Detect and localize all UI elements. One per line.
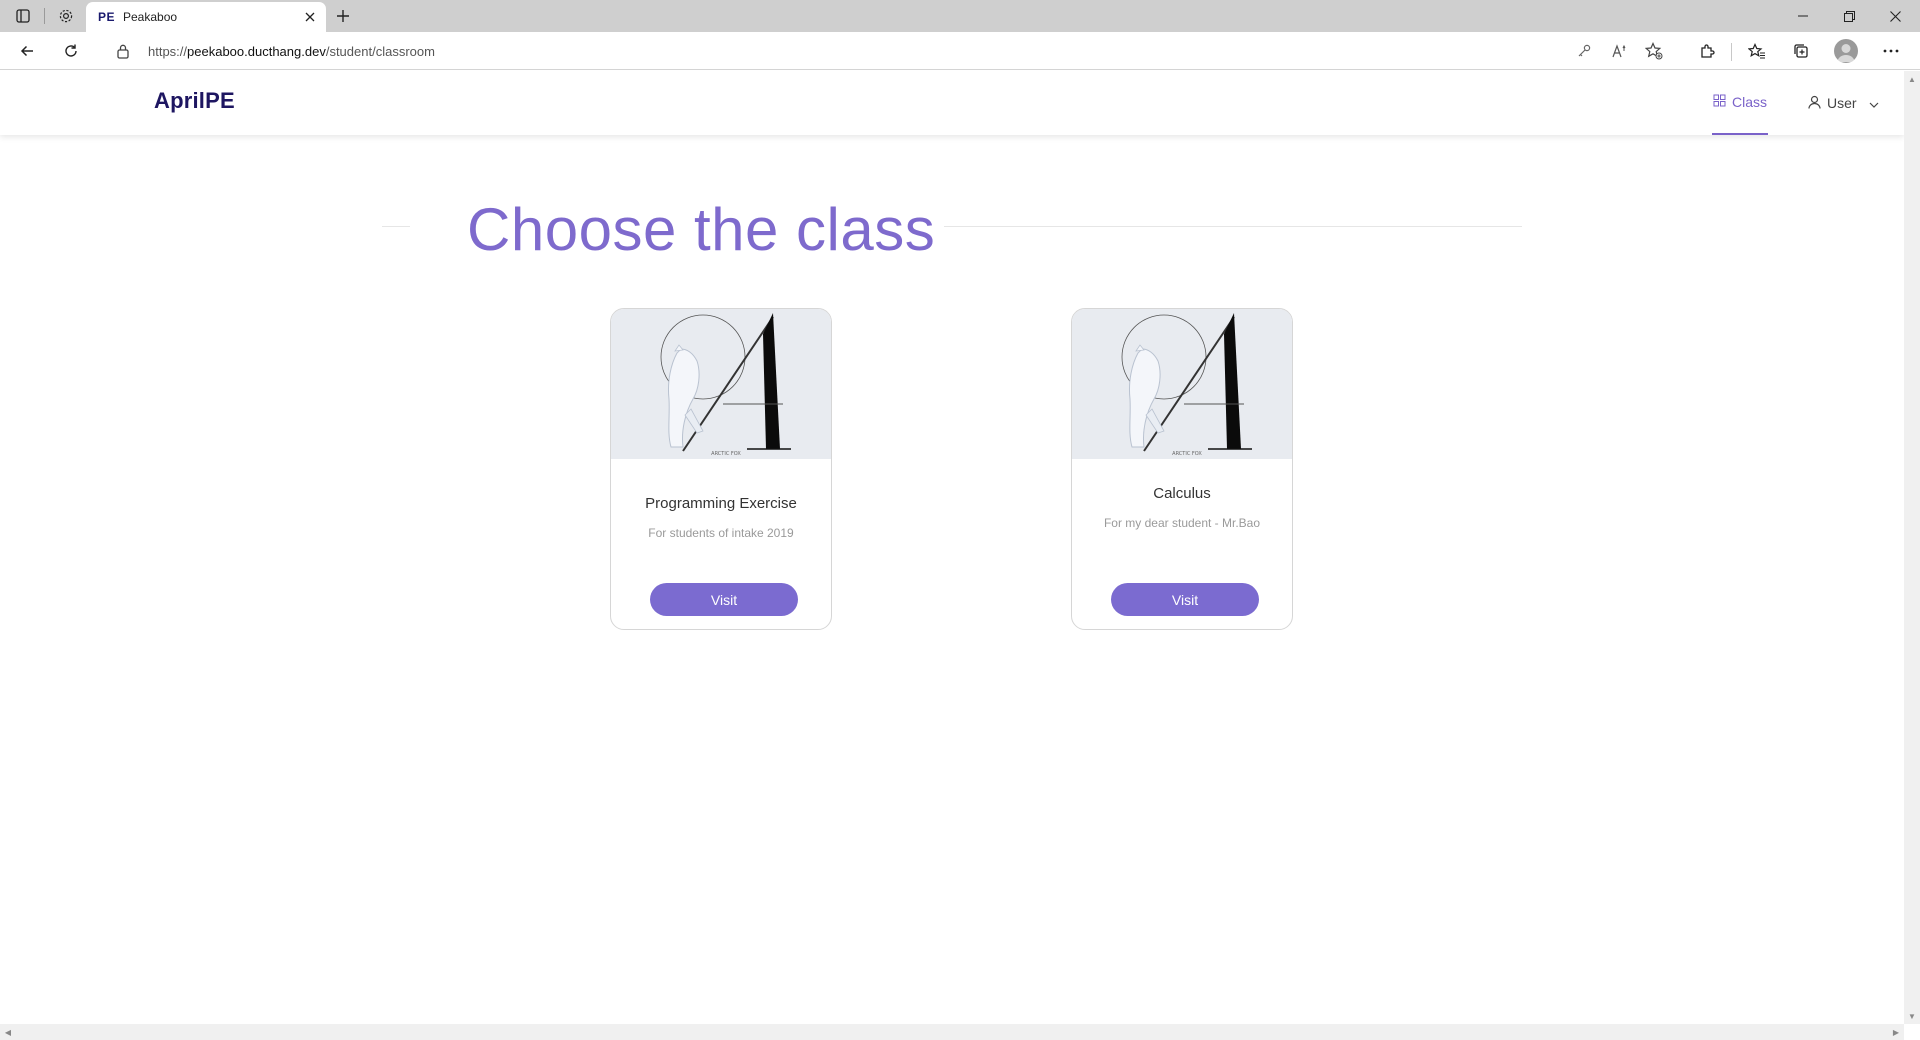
- close-tab-icon[interactable]: [302, 9, 318, 25]
- heading-line-right: [944, 226, 1522, 227]
- key-icon[interactable]: [1574, 41, 1594, 61]
- nav-item-class-label: Class: [1732, 94, 1768, 110]
- close-window-icon[interactable]: [1872, 0, 1918, 32]
- grid-icon: [1713, 94, 1726, 110]
- url-scheme: https://: [148, 44, 188, 59]
- scroll-down-arrow-icon[interactable]: ▼: [1904, 1008, 1920, 1024]
- page-title: Choose the class: [467, 196, 936, 263]
- class-card-description: For students of intake 2019: [648, 526, 794, 540]
- url-text[interactable]: https://peekaboo.ducthang.dev/student/cl…: [148, 44, 435, 59]
- visit-button[interactable]: Visit: [1111, 583, 1259, 616]
- favorites-icon[interactable]: [1745, 39, 1769, 63]
- url-host: peekaboo.ducthang.dev: [187, 44, 326, 59]
- active-tab[interactable]: PE Peakaboo: [86, 2, 326, 32]
- app-navbar: AprilPE Class User: [0, 71, 1904, 135]
- vertical-scrollbar[interactable]: ▲ ▼: [1904, 71, 1920, 1024]
- minimize-icon[interactable]: [1780, 0, 1826, 32]
- browser-tab-bar: PE Peakaboo: [0, 0, 1920, 32]
- extensions-icon[interactable]: [1695, 39, 1719, 63]
- scroll-up-arrow-icon[interactable]: ▲: [1904, 71, 1920, 87]
- collections-icon[interactable]: [1789, 39, 1813, 63]
- scroll-right-arrow-icon[interactable]: ▶: [1888, 1024, 1904, 1040]
- user-icon: [1808, 95, 1821, 112]
- add-favorite-icon[interactable]: [1644, 41, 1664, 61]
- class-card-image: ARCTIC FOX: [611, 309, 831, 459]
- toolbar-separator: [1731, 43, 1732, 61]
- address-bar[interactable]: https://peekaboo.ducthang.dev/student/cl…: [100, 36, 1663, 66]
- class-card-image: ARCTIC FOX: [1072, 309, 1292, 459]
- refresh-icon[interactable]: [59, 39, 83, 63]
- nav-item-class[interactable]: Class: [1712, 71, 1769, 135]
- chevron-down-icon: [1869, 95, 1879, 111]
- class-card-title: Calculus: [1153, 485, 1211, 502]
- scroll-left-arrow-icon[interactable]: ◀: [0, 1024, 16, 1040]
- nav-item-user[interactable]: User: [1808, 71, 1879, 135]
- browser-toolbar: https://peekaboo.ducthang.dev/student/cl…: [0, 32, 1920, 70]
- horizontal-scrollbar[interactable]: ◀ ▶: [0, 1024, 1904, 1040]
- nav-item-user-label: User: [1827, 95, 1857, 111]
- new-tab-icon[interactable]: [332, 5, 354, 27]
- visit-button[interactable]: Visit: [650, 583, 798, 616]
- tab-favicon: PE: [98, 10, 116, 24]
- image-caption: ARCTIC FOX: [711, 451, 741, 457]
- class-card-description: For my dear student - Mr.Bao: [1103, 516, 1261, 530]
- class-card-title: Programming Exercise: [645, 495, 797, 512]
- tab-actions-icon[interactable]: [11, 4, 35, 28]
- class-card-programming-exercise: ARCTIC FOX Programming Exercise For stud…: [610, 308, 832, 630]
- restore-icon[interactable]: [1826, 0, 1872, 32]
- tab-title: Peakaboo: [123, 10, 178, 24]
- back-icon[interactable]: [15, 39, 39, 63]
- url-path: /student/classroom: [325, 44, 435, 59]
- lock-icon[interactable]: [116, 43, 130, 64]
- tab-bar-separator: [44, 8, 45, 24]
- more-menu-icon[interactable]: [1879, 39, 1903, 63]
- heading-line-left: [382, 226, 410, 227]
- brand-logo[interactable]: AprilPE: [154, 88, 235, 114]
- settings-icon[interactable]: [54, 4, 78, 28]
- read-aloud-icon[interactable]: [1610, 41, 1630, 61]
- profile-avatar-icon[interactable]: [1834, 39, 1858, 63]
- image-caption: ARCTIC FOX: [1172, 451, 1202, 457]
- page-viewport: AprilPE Class User Choose the class ARCT…: [0, 71, 1904, 1024]
- class-card-calculus: ARCTIC FOX Calculus For my dear student …: [1071, 308, 1293, 630]
